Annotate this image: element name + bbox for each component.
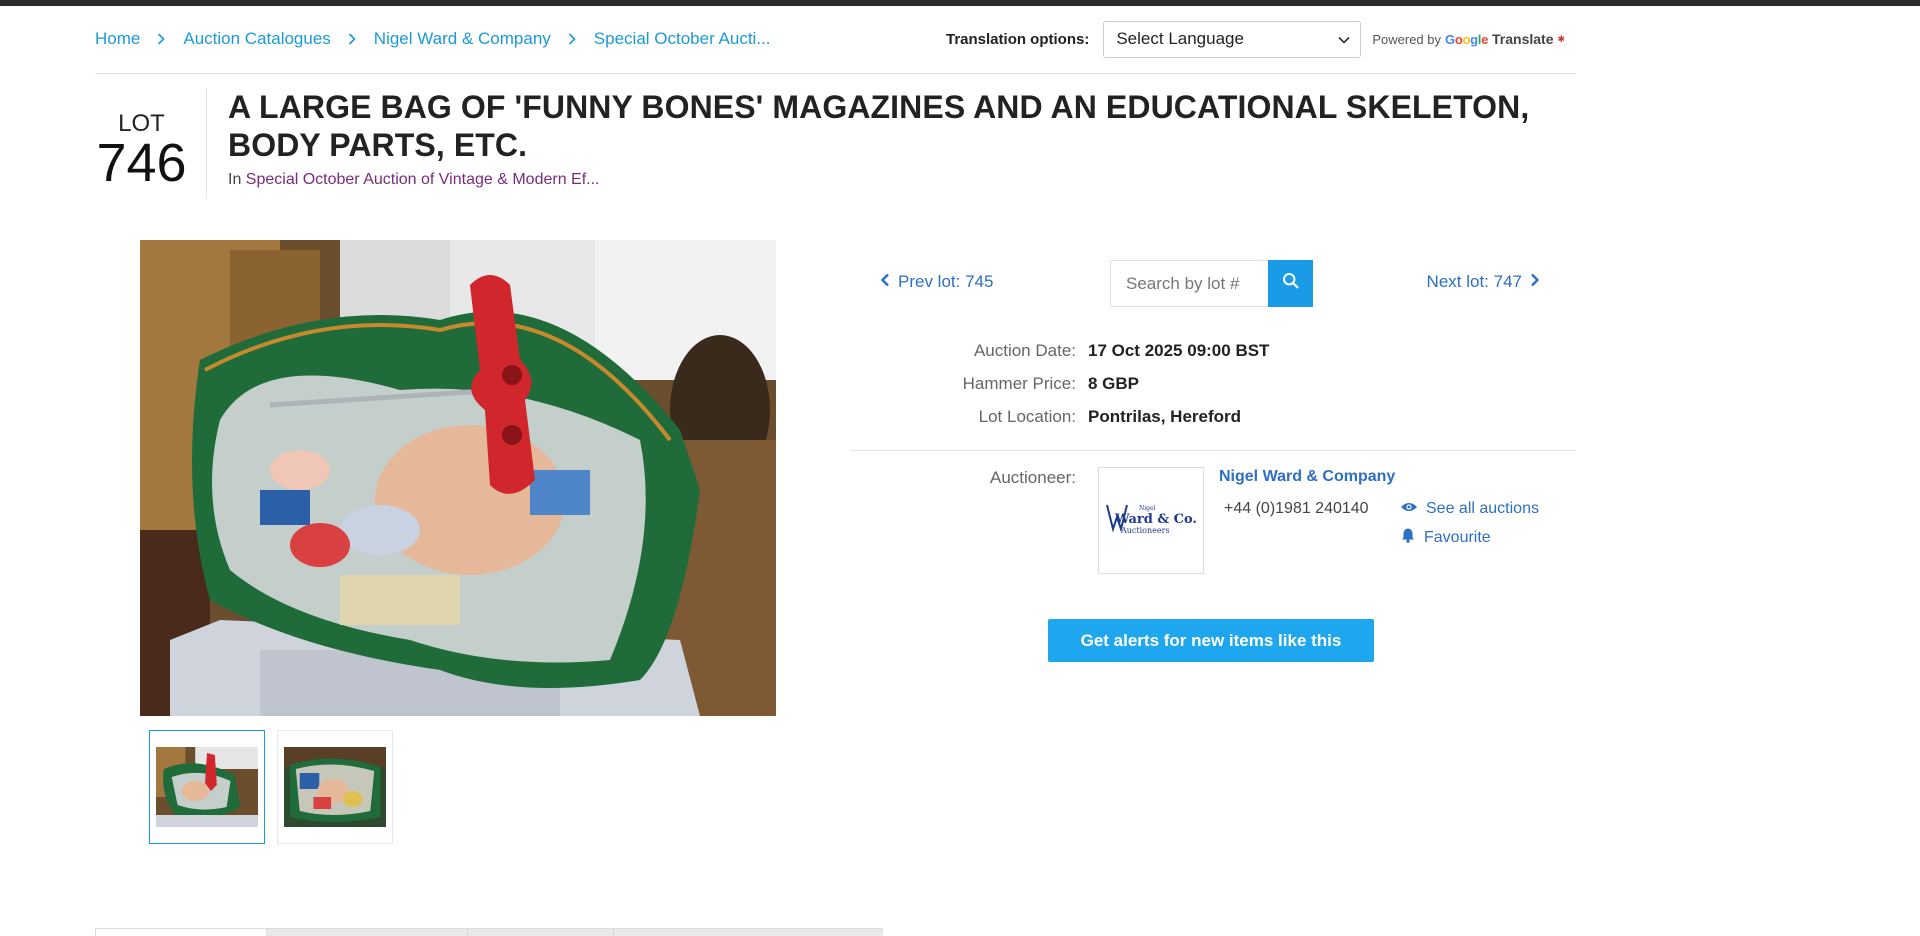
language-select-value: Select Language xyxy=(1116,29,1244,48)
chevron-right-icon xyxy=(1530,272,1540,292)
detail-label: Lot Location: xyxy=(978,406,1076,426)
translate-brand: Translate xyxy=(1492,31,1554,47)
tab-3[interactable] xyxy=(467,928,613,936)
detail-value: 8 GBP xyxy=(1088,373,1140,393)
chevron-left-icon xyxy=(880,272,890,292)
powered-by-google-translate[interactable]: Powered by Google Translate ✱ xyxy=(1372,31,1565,47)
bell-icon xyxy=(1400,527,1416,548)
next-lot-link[interactable]: Next lot: 747 xyxy=(1427,272,1540,292)
gallery-thumbnail-2[interactable] xyxy=(277,730,393,844)
lot-number-box: LOT 746 xyxy=(95,88,207,198)
prev-lot-link[interactable]: Prev lot: 745 xyxy=(880,272,993,292)
tab-1[interactable] xyxy=(95,928,267,936)
chevron-right-icon xyxy=(345,32,359,46)
detail-value: 17 Oct 2025 09:00 BST xyxy=(1088,340,1270,360)
auctioneer-label: Auctioneer: xyxy=(990,468,1076,487)
chevron-right-icon xyxy=(154,32,168,46)
lot-subtitle: In Special October Auction of Vintage & … xyxy=(228,171,599,189)
main-lot-image[interactable] xyxy=(140,240,776,716)
prev-lot-label: Prev lot: 745 xyxy=(898,272,994,291)
detail-label: Hammer Price: xyxy=(962,373,1076,393)
lot-tabs xyxy=(95,928,883,936)
detail-row-lot-location: Lot Location: Pontrilas, Hereford xyxy=(850,400,1550,433)
ward-co-logo: Nigel Ward & Co. Auctioneers xyxy=(1106,504,1197,535)
search-icon xyxy=(1282,272,1300,295)
asterisk-icon: ✱ xyxy=(1557,33,1566,44)
lot-search-input[interactable] xyxy=(1110,260,1268,307)
google-logo: Google xyxy=(1445,31,1489,47)
breadcrumb-auctioneer[interactable]: Nigel Ward & Company xyxy=(374,29,551,49)
language-select[interactable]: Select Language xyxy=(1103,20,1362,58)
top-border-bar xyxy=(0,0,1920,6)
svg-text:Ward & Co.: Ward & Co. xyxy=(1114,512,1197,527)
lot-number: 746 xyxy=(96,133,187,193)
detail-value: Pontrilas, Hereford xyxy=(1088,406,1242,426)
header-divider xyxy=(95,73,1576,74)
thumbnail-photo xyxy=(284,747,386,827)
svg-text:Auctioneers: Auctioneers xyxy=(1120,526,1170,535)
see-all-auctions-link[interactable]: See all auctions xyxy=(1400,500,1539,518)
lot-search-button[interactable] xyxy=(1268,260,1313,307)
auction-link[interactable]: Special October Auction of Vintage & Mod… xyxy=(246,171,600,188)
powered-by-label: Powered by xyxy=(1372,31,1441,47)
subtitle-prefix: In xyxy=(228,171,242,188)
see-all-label: See all auctions xyxy=(1426,500,1539,517)
chevron-right-icon xyxy=(565,32,579,46)
breadcrumb-auction[interactable]: Special October Aucti... xyxy=(594,29,771,49)
translation-label: Translation options: xyxy=(946,30,1090,48)
eye-icon xyxy=(1400,500,1418,518)
auctioneer-name-link[interactable]: Nigel Ward & Company xyxy=(1219,468,1395,486)
tab-4[interactable] xyxy=(613,928,883,936)
breadcrumb: Home Auction Catalogues Nigel Ward & Com… xyxy=(95,26,771,52)
lot-search xyxy=(1110,260,1313,307)
chevron-down-icon xyxy=(1338,29,1350,49)
auctioneer-phone: +44 (0)1981 240140 xyxy=(1224,500,1369,517)
lot-title: A LARGE BAG OF 'FUNNY BONES' MAGAZINES A… xyxy=(228,89,1530,163)
gallery-thumbnail-1[interactable] xyxy=(149,730,265,844)
favourite-link[interactable]: Favourite xyxy=(1400,527,1491,548)
tab-2[interactable] xyxy=(267,928,467,936)
favourite-label: Favourite xyxy=(1424,528,1491,546)
details-divider xyxy=(850,450,1576,451)
detail-label: Auction Date: xyxy=(973,340,1076,360)
lot-details: Auction Date: 17 Oct 2025 09:00 BST Hamm… xyxy=(850,334,1550,433)
lot-navigation: Prev lot: 745 Next lot: 747 xyxy=(880,260,1540,307)
lot-photo xyxy=(140,240,776,716)
breadcrumb-home[interactable]: Home xyxy=(95,29,140,49)
breadcrumb-auction-catalogues[interactable]: Auction Catalogues xyxy=(183,29,330,49)
svg-text:Nigel: Nigel xyxy=(1139,505,1156,512)
next-lot-label: Next lot: 747 xyxy=(1426,272,1522,291)
detail-row-auction-date: Auction Date: 17 Oct 2025 09:00 BST xyxy=(850,334,1550,367)
get-alerts-button[interactable]: Get alerts for new items like this xyxy=(1048,619,1374,662)
auctioneer-logo[interactable]: Nigel Ward & Co. Auctioneers xyxy=(1098,467,1204,574)
translation-options: Translation options: Select Language Pow… xyxy=(946,20,1565,58)
thumbnail-photo xyxy=(156,747,258,827)
detail-row-hammer-price: Hammer Price: 8 GBP xyxy=(850,367,1550,400)
